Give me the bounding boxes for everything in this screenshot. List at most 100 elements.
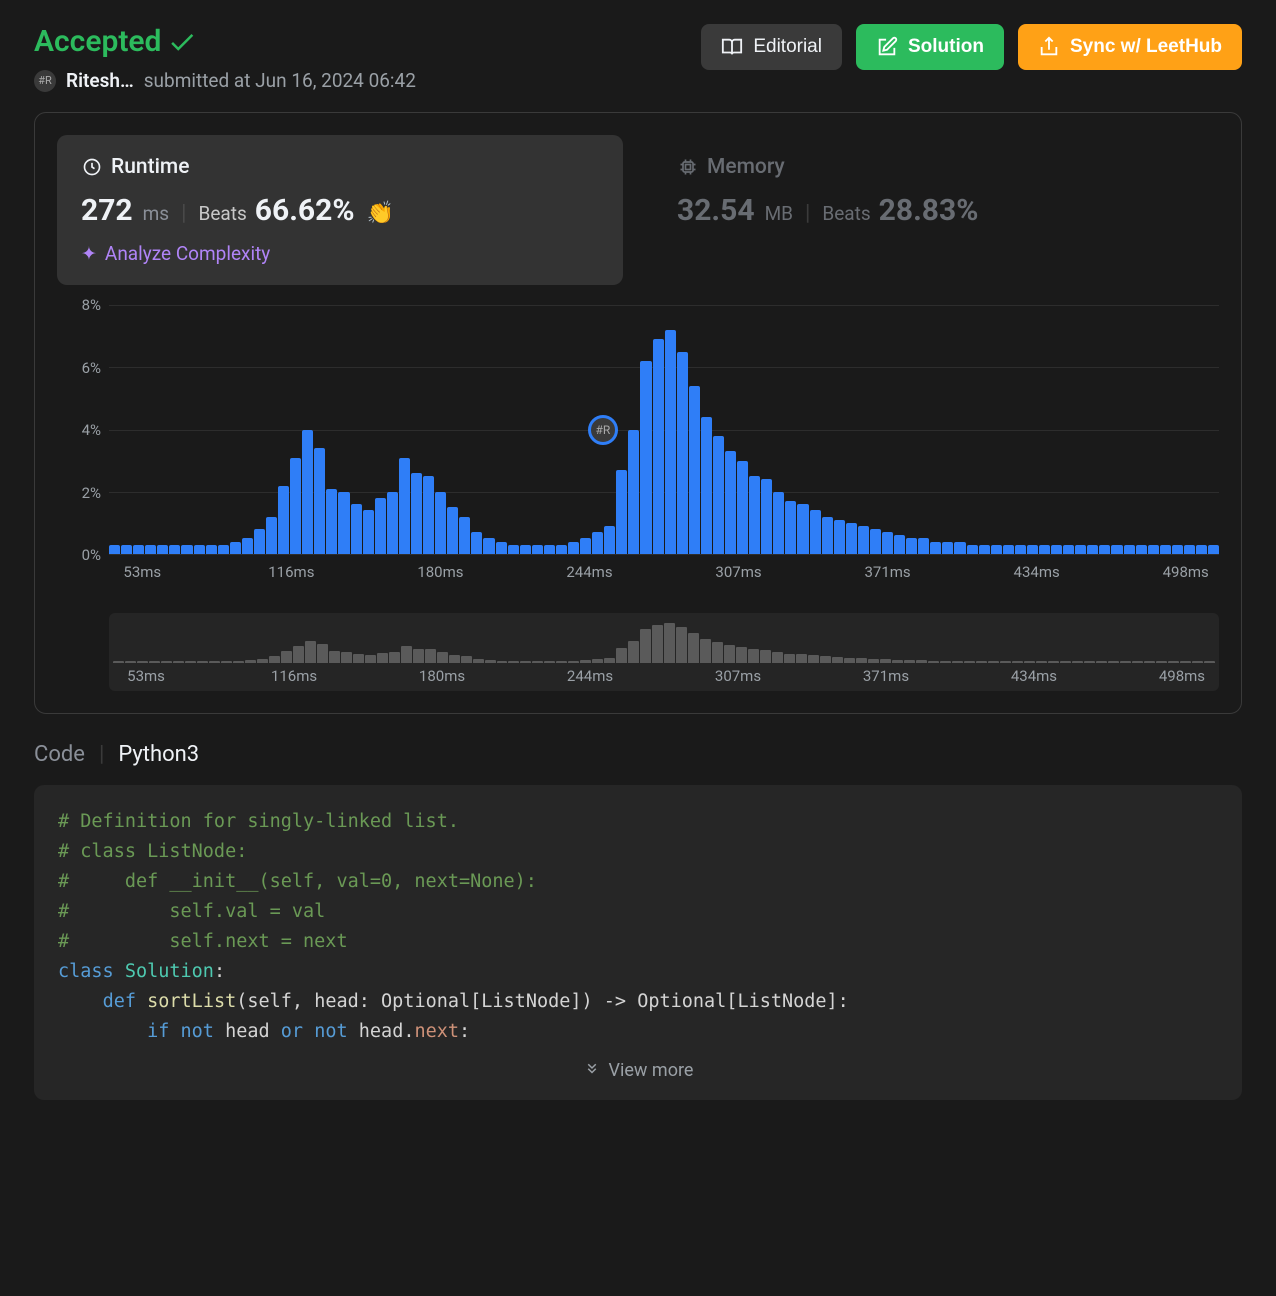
histogram-bar[interactable] xyxy=(242,538,253,554)
histogram-bar[interactable] xyxy=(1099,545,1110,554)
histogram-bar[interactable] xyxy=(882,532,893,554)
histogram-bar[interactable] xyxy=(290,458,301,554)
histogram-bar[interactable] xyxy=(930,542,941,554)
histogram-bar[interactable] xyxy=(351,504,362,554)
histogram-bar[interactable] xyxy=(121,545,132,554)
histogram-bar[interactable] xyxy=(1015,545,1026,554)
histogram-bar[interactable] xyxy=(954,542,965,554)
histogram-bar[interactable] xyxy=(1184,545,1195,554)
histogram-bar[interactable] xyxy=(665,330,676,554)
histogram-bar[interactable] xyxy=(725,451,736,554)
histogram-bar[interactable] xyxy=(749,476,760,554)
histogram-bar[interactable] xyxy=(230,542,241,554)
histogram-bar[interactable] xyxy=(145,545,156,554)
histogram-bar[interactable] xyxy=(278,486,289,554)
histogram-bar[interactable] xyxy=(785,501,796,554)
sync-button[interactable]: Sync w/ LeetHub xyxy=(1018,24,1242,70)
histogram-bar[interactable] xyxy=(870,529,881,554)
histogram-bar[interactable] xyxy=(508,545,519,554)
histogram-bar[interactable] xyxy=(1111,545,1122,554)
histogram-bar[interactable] xyxy=(206,545,217,554)
histogram-bar[interactable] xyxy=(133,545,144,554)
histogram-bar[interactable] xyxy=(544,545,555,554)
histogram-bar[interactable] xyxy=(169,545,180,554)
histogram-bar[interactable] xyxy=(810,510,821,554)
histogram-bar[interactable] xyxy=(471,532,482,554)
histogram-bar[interactable] xyxy=(423,476,434,554)
histogram-bar[interactable] xyxy=(1208,545,1219,554)
histogram-bar[interactable] xyxy=(496,542,507,554)
histogram-bar[interactable] xyxy=(592,532,603,554)
histogram-bar[interactable] xyxy=(1172,545,1183,554)
histogram-bar[interactable] xyxy=(363,510,374,554)
histogram-bar[interactable] xyxy=(713,436,724,554)
histogram-bar[interactable] xyxy=(1063,545,1074,554)
histogram-bar[interactable] xyxy=(1051,545,1062,554)
histogram-bar[interactable] xyxy=(314,448,325,554)
histogram-bar[interactable] xyxy=(689,386,700,554)
analyze-complexity-link[interactable]: ✦ Analyze Complexity xyxy=(81,242,599,265)
histogram-bar[interactable] xyxy=(375,498,386,554)
histogram-bar[interactable] xyxy=(411,473,422,554)
histogram-bar[interactable] xyxy=(653,339,664,554)
histogram-bar[interactable] xyxy=(399,458,410,554)
histogram-bar[interactable] xyxy=(157,545,168,554)
histogram-bar[interactable] xyxy=(194,545,205,554)
histogram-bar[interactable] xyxy=(520,545,531,554)
histogram-bar[interactable] xyxy=(1160,545,1171,554)
histogram-bar[interactable] xyxy=(532,545,543,554)
histogram-bar[interactable] xyxy=(894,535,905,554)
histogram-bar[interactable] xyxy=(1003,545,1014,554)
histogram-bar[interactable] xyxy=(761,479,772,554)
histogram-bar[interactable] xyxy=(616,470,627,554)
histogram-bar[interactable] xyxy=(1039,545,1050,554)
histogram-bar[interactable] xyxy=(435,492,446,554)
histogram-bar[interactable] xyxy=(737,461,748,554)
view-more-button[interactable]: View more xyxy=(58,1047,1218,1086)
histogram-bar[interactable] xyxy=(181,545,192,554)
histogram-bar[interactable] xyxy=(604,526,615,554)
histogram-bar[interactable] xyxy=(459,517,470,554)
histogram-bar[interactable] xyxy=(918,538,929,554)
histogram-bar[interactable] xyxy=(447,507,458,554)
histogram-bar[interactable] xyxy=(109,545,120,554)
histogram-bar[interactable] xyxy=(1196,545,1207,554)
histogram-bar[interactable] xyxy=(1087,545,1098,554)
histogram-bar[interactable] xyxy=(942,542,953,554)
histogram-bar[interactable] xyxy=(701,417,712,554)
editorial-button[interactable]: Editorial xyxy=(701,24,842,70)
histogram-bar[interactable] xyxy=(254,529,265,554)
histogram-bar[interactable] xyxy=(640,361,651,554)
histogram-bar[interactable] xyxy=(1124,545,1135,554)
histogram-bar[interactable] xyxy=(797,504,808,554)
histogram-bar[interactable] xyxy=(1027,545,1038,554)
mini-chart[interactable]: 53ms116ms180ms244ms307ms371ms434ms498ms xyxy=(109,613,1219,691)
histogram-bar[interactable] xyxy=(218,545,229,554)
histogram-bar[interactable] xyxy=(302,430,313,555)
histogram-bar[interactable] xyxy=(967,545,978,554)
histogram-bar[interactable] xyxy=(1148,545,1159,554)
histogram-bar[interactable] xyxy=(773,492,784,554)
histogram-bar[interactable] xyxy=(858,526,869,554)
histogram-bar[interactable] xyxy=(338,492,349,554)
histogram-bar[interactable] xyxy=(1075,545,1086,554)
solution-button[interactable]: Solution xyxy=(856,24,1004,70)
histogram-bar[interactable] xyxy=(483,538,494,554)
histogram-bar[interactable] xyxy=(834,520,845,554)
histogram-bar[interactable] xyxy=(1136,545,1147,554)
histogram-bar[interactable] xyxy=(991,545,1002,554)
histogram-bar[interactable] xyxy=(822,517,833,554)
histogram-bar[interactable] xyxy=(628,430,639,555)
histogram-bar[interactable] xyxy=(846,523,857,554)
memory-card[interactable]: Memory 32.54 MB | Beats 28.83% xyxy=(653,135,1219,285)
runtime-card[interactable]: Runtime 272 ms | Beats 66.62% 👏 ✦ Analyz… xyxy=(57,135,623,285)
histogram-bar[interactable] xyxy=(979,545,990,554)
histogram-bar[interactable] xyxy=(387,492,398,554)
histogram-bar[interactable] xyxy=(580,538,591,554)
histogram-bar[interactable] xyxy=(326,489,337,554)
histogram-bar[interactable] xyxy=(568,542,579,554)
histogram-bar[interactable] xyxy=(677,352,688,554)
histogram-bar[interactable] xyxy=(266,517,277,554)
histogram-bar[interactable] xyxy=(556,545,567,554)
histogram-bar[interactable] xyxy=(906,538,917,554)
